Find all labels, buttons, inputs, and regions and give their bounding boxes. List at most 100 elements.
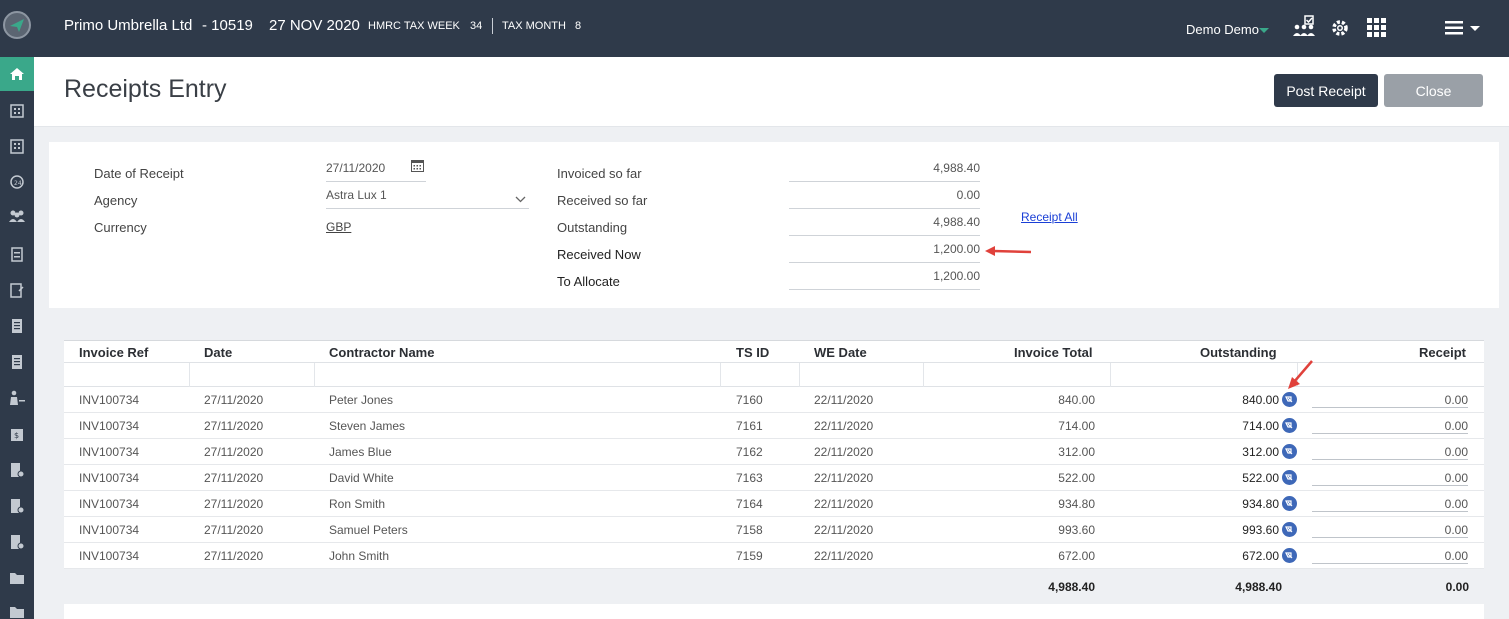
- gear-icon[interactable]: [1330, 18, 1350, 41]
- user-caret-icon[interactable]: [1259, 28, 1269, 33]
- calendar-icon[interactable]: [411, 159, 424, 175]
- ts-id-cell: 7158: [736, 523, 763, 537]
- col-we-date[interactable]: WE Date: [814, 345, 867, 360]
- col-date[interactable]: Date: [204, 345, 232, 360]
- received-now-input[interactable]: 1,200.00: [790, 242, 980, 256]
- col-ts-id[interactable]: TS ID: [736, 345, 769, 360]
- received-now-label: Received Now: [557, 247, 641, 262]
- tax-month-value: 8: [575, 20, 582, 32]
- nav-receipts[interactable]: [0, 458, 34, 482]
- currency-link[interactable]: GBP: [326, 220, 351, 234]
- col-outstanding[interactable]: Outstanding: [1200, 345, 1277, 360]
- we-date-cell: 22/11/2020: [814, 471, 874, 485]
- person-desk-icon: [10, 390, 25, 405]
- table-row[interactable]: INV100734 27/11/2020 Peter Jones 7160 22…: [64, 387, 1484, 413]
- outstanding-value: 4,988.40: [933, 215, 980, 229]
- hamburger-menu-icon[interactable]: [1445, 21, 1481, 38]
- ts-id-cell: 7161: [736, 419, 763, 433]
- nav-home[interactable]: [0, 57, 34, 91]
- col-receipt[interactable]: Receipt: [1419, 345, 1466, 360]
- col-invoice-total[interactable]: Invoice Total: [1014, 345, 1093, 360]
- receipt-underline: [1312, 433, 1468, 434]
- app-logo[interactable]: [3, 11, 31, 39]
- nav-invoices[interactable]: [0, 314, 34, 338]
- table-row[interactable]: INV100734 27/11/2020 John Smith 7159 22/…: [64, 543, 1484, 569]
- total-invoice-total: 4,988.40: [1048, 580, 1095, 594]
- receipt-input[interactable]: 0.00: [1312, 523, 1468, 537]
- nav-archive[interactable]: [0, 600, 34, 619]
- invoice-total-cell: 522.00: [1058, 471, 1095, 485]
- ts-id-cell: 7164: [736, 497, 763, 511]
- table-row[interactable]: INV100734 27/11/2020 Samuel Peters 7158 …: [64, 517, 1484, 543]
- table-row[interactable]: INV100734 27/11/2020 Steven James 7161 2…: [64, 413, 1484, 439]
- ts-id-cell: 7160: [736, 393, 763, 407]
- nav-finance[interactable]: $: [0, 422, 34, 446]
- we-date-cell: 22/11/2020: [814, 419, 874, 433]
- receipt-form: Date of Receipt 27/11/2020 Agency Astra …: [49, 142, 1499, 308]
- col-invoice-ref[interactable]: Invoice Ref: [79, 345, 148, 360]
- nav-reports[interactable]: [0, 278, 34, 302]
- nav-files[interactable]: [0, 566, 34, 590]
- receipt-underline: [1312, 459, 1468, 460]
- filter-divider: [720, 363, 721, 387]
- outstanding-cell: 993.60: [1242, 523, 1279, 537]
- nav-agencies[interactable]: [0, 134, 34, 158]
- contractor-name-cell: Peter Jones: [329, 393, 394, 407]
- agency-select[interactable]: Astra Lux 1: [326, 188, 387, 202]
- table-row[interactable]: INV100734 27/11/2020 James Blue 7162 22/…: [64, 439, 1484, 465]
- filter-row: [64, 362, 1484, 387]
- col-contractor-name[interactable]: Contractor Name: [329, 345, 434, 360]
- receipt-input[interactable]: 0.00: [1312, 471, 1468, 485]
- receipt-input[interactable]: 0.00: [1312, 445, 1468, 459]
- allocate-icon[interactable]: [1282, 522, 1297, 537]
- invoice-ref-cell: INV100734: [79, 549, 140, 563]
- annotation-arrow-icon: [985, 246, 1032, 256]
- left-sidebar: 24 $: [0, 0, 34, 619]
- svg-text:$: $: [14, 431, 19, 440]
- receipt-input[interactable]: 0.00: [1312, 549, 1468, 563]
- invoice-total-cell: 312.00: [1058, 445, 1095, 459]
- invoice-total-cell: 714.00: [1058, 419, 1095, 433]
- nav-timesheets[interactable]: [0, 242, 34, 266]
- money-document-icon: $: [11, 429, 23, 441]
- we-date-cell: 22/11/2020: [814, 523, 874, 537]
- we-date-cell: 22/11/2020: [814, 393, 874, 407]
- receipt-input[interactable]: 0.00: [1312, 497, 1468, 511]
- nav-support[interactable]: 24: [0, 170, 34, 194]
- nav-contractors[interactable]: [0, 204, 34, 228]
- nav-payments[interactable]: [0, 494, 34, 518]
- date-cell: 27/11/2020: [204, 549, 264, 563]
- outstanding-cell: 934.80: [1242, 497, 1279, 511]
- contractor-name-cell: Samuel Peters: [329, 523, 408, 537]
- users-icon: [9, 210, 25, 222]
- allocate-icon[interactable]: [1282, 548, 1297, 563]
- allocate-icon[interactable]: [1282, 418, 1297, 433]
- outstanding-cell: 522.00: [1242, 471, 1279, 485]
- close-button[interactable]: Close: [1384, 74, 1483, 107]
- date-of-receipt-field[interactable]: 27/11/2020: [326, 161, 385, 175]
- totals-row: 4,988.40 4,988.40 0.00: [64, 569, 1484, 604]
- invoice-ref-cell: INV100734: [79, 393, 140, 407]
- allocate-icon[interactable]: [1282, 392, 1297, 407]
- chevron-down-icon[interactable]: [515, 191, 526, 206]
- receipt-input[interactable]: 0.00: [1312, 393, 1468, 407]
- post-receipt-button[interactable]: Post Receipt: [1274, 74, 1378, 107]
- team-tasks-icon[interactable]: [1292, 15, 1316, 42]
- receipt-all-link[interactable]: Receipt All: [1021, 210, 1078, 224]
- table-row[interactable]: INV100734 27/11/2020 David White 7163 22…: [64, 465, 1484, 491]
- nav-statements[interactable]: [0, 350, 34, 374]
- nav-companies[interactable]: [0, 98, 34, 122]
- we-date-cell: 22/11/2020: [814, 549, 874, 563]
- allocate-icon[interactable]: [1282, 470, 1297, 485]
- allocate-icon[interactable]: [1282, 496, 1297, 511]
- nav-payroll[interactable]: [0, 386, 34, 410]
- user-menu[interactable]: Demo Demo: [1186, 22, 1259, 37]
- allocate-icon[interactable]: [1282, 444, 1297, 459]
- ts-id-cell: 7159: [736, 549, 763, 563]
- nav-expenses[interactable]: [0, 530, 34, 554]
- invoice-table: Invoice Ref Date Contractor Name TS ID W…: [64, 340, 1484, 619]
- receipt-input[interactable]: 0.00: [1312, 419, 1468, 433]
- table-row[interactable]: INV100734 27/11/2020 Ron Smith 7164 22/1…: [64, 491, 1484, 517]
- apps-grid-icon[interactable]: [1367, 18, 1387, 41]
- filter-divider: [314, 363, 315, 387]
